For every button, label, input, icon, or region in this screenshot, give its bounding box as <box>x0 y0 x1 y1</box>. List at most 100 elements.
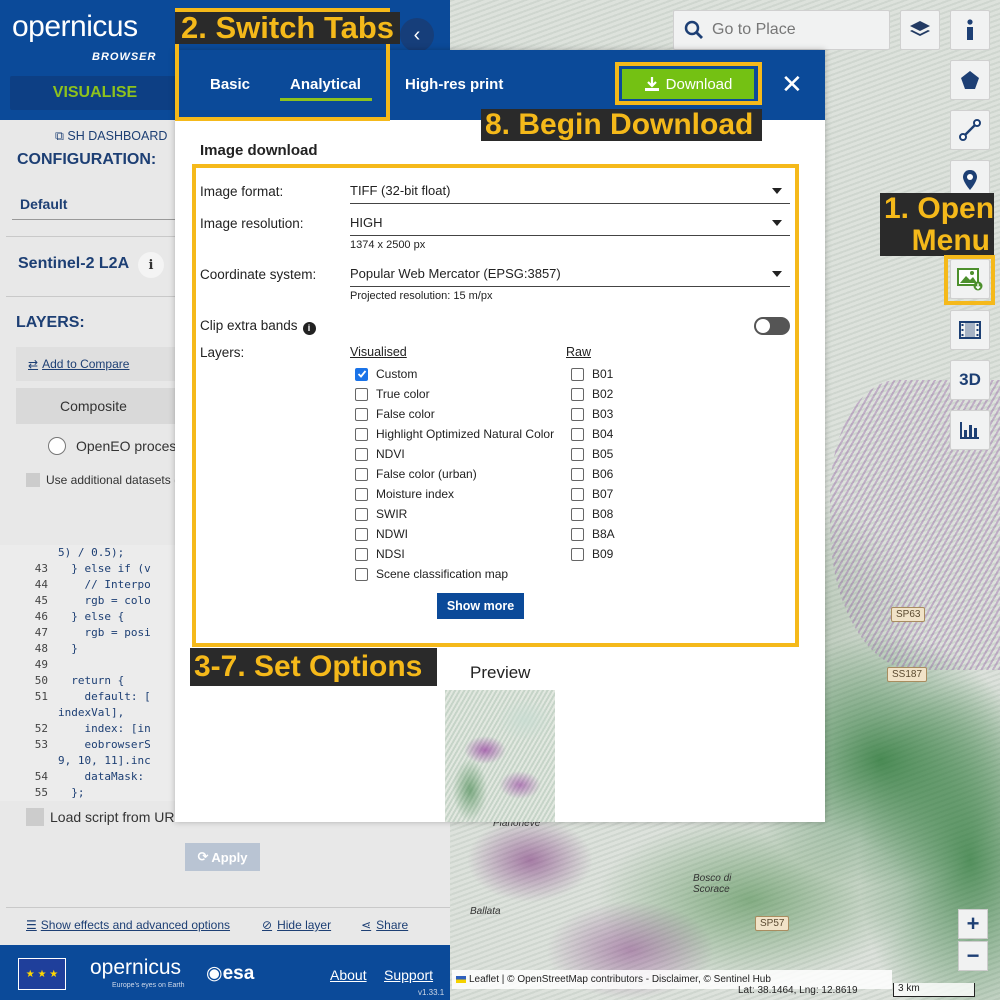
code-text: 9, 10, 11].inc <box>58 754 151 767</box>
about-link[interactable]: About <box>330 967 367 983</box>
esa-globe-icon: ◉ <box>206 963 223 984</box>
openeo-option[interactable]: OpenEO proces <box>48 437 176 455</box>
configuration-title: CONFIGURATION: <box>17 151 157 168</box>
add-to-compare-button[interactable]: ⇄ Add to Compare <box>16 347 176 381</box>
code-text: rgb = posi <box>58 626 151 639</box>
chevron-left-icon: ‹ <box>413 23 421 46</box>
apply-button[interactable]: ⟳ Apply <box>185 843 260 871</box>
code-line: 44 // Interpo <box>0 577 176 593</box>
tab-high-res-print[interactable]: High-res print <box>405 76 503 93</box>
line-number: 44 <box>34 578 48 591</box>
search-icon <box>684 20 703 39</box>
version-label: v1.33.1 <box>418 988 445 997</box>
timelapse-film-icon <box>959 321 981 339</box>
code-text: } <box>58 642 78 655</box>
measure-button[interactable] <box>950 110 990 150</box>
sh-dashboard-link[interactable]: ⧉ SH DASHBOARD <box>55 129 167 144</box>
load-script-label: Load script from URL <box>50 809 183 825</box>
line-number: 46 <box>34 610 48 623</box>
highlight-download <box>615 62 762 105</box>
external-link-icon: ⧉ <box>55 129 68 143</box>
histogram-button[interactable] <box>950 410 990 450</box>
callout-begin-download: 8. Begin Download <box>481 109 762 141</box>
code-line: 49 <box>0 657 176 673</box>
line-number: 54 <box>34 770 48 783</box>
code-line: indexVal], <box>0 705 176 721</box>
road-badge: SP63 <box>891 607 926 622</box>
hide-layer-label: Hide layer <box>277 918 332 932</box>
code-line: 51 default: [ <box>0 689 176 705</box>
zoom-in-button[interactable]: + <box>958 909 988 939</box>
draw-polygon-button[interactable] <box>950 60 990 100</box>
show-effects-link[interactable]: ☰ Show effects and advanced options <box>26 918 230 932</box>
openeo-radio[interactable] <box>48 437 66 455</box>
load-script-option[interactable]: Load script from URL <box>26 808 182 826</box>
line-number: 52 <box>34 722 48 735</box>
support-link[interactable]: Support <box>384 967 433 983</box>
line-number: 49 <box>34 658 48 671</box>
code-text: }; <box>58 786 85 799</box>
code-line: 54 dataMask: <box>0 769 176 785</box>
code-text: // Interpo <box>58 578 151 591</box>
code-line: 46 } else { <box>0 609 176 625</box>
code-line: 55 }; <box>0 785 176 801</box>
road-badge: SP57 <box>755 916 790 931</box>
divider <box>6 236 176 237</box>
search-input[interactable]: Go to Place <box>673 10 890 50</box>
info-button[interactable] <box>950 10 990 50</box>
eu-flag-icon: ★ ★ ★ <box>18 958 66 990</box>
code-line: 43 } else if (v <box>0 561 176 577</box>
layers-stack-icon <box>910 21 930 36</box>
hide-layer-link[interactable]: ⊘ Hide layer <box>262 918 331 932</box>
line-number: 45 <box>34 594 48 607</box>
footer-tagline: Europe's eyes on Earth <box>112 982 185 989</box>
copernicus-logo-subtitle: BROWSER <box>92 51 157 63</box>
collection-info-icon[interactable]: i <box>138 252 164 278</box>
callout-set-options: 3-7. Set Options <box>190 648 437 686</box>
scale-bar: 3 km <box>893 983 975 997</box>
configuration-select[interactable]: Default <box>12 192 182 220</box>
location-pin-icon <box>963 170 977 190</box>
code-line: 47 rgb = posi <box>0 625 176 641</box>
layers-switcher-button[interactable] <box>900 10 940 50</box>
3d-button[interactable]: 3D <box>950 360 990 400</box>
code-line: 53 eobrowserS <box>0 737 176 753</box>
code-text: rgb = colo <box>58 594 151 607</box>
additional-datasets-option[interactable]: Use additional datasets ( <box>26 473 178 487</box>
share-icon: ⋖ <box>361 918 372 932</box>
additional-datasets-checkbox[interactable] <box>26 473 40 487</box>
sh-dashboard-label: SH DASHBOARD <box>67 129 168 143</box>
code-line: 48 } <box>0 641 176 657</box>
image-download-title: Image download <box>200 142 318 159</box>
add-to-compare-label: Add to Compare <box>42 357 130 371</box>
code-line: 45 rgb = colo <box>0 593 176 609</box>
highlight-set-options <box>192 164 799 647</box>
polygon-icon <box>961 71 979 89</box>
load-script-checkbox[interactable] <box>26 808 44 826</box>
measure-icon <box>959 119 981 141</box>
search-placeholder: Go to Place <box>712 21 796 38</box>
zoom-out-button[interactable]: − <box>958 941 988 971</box>
code-text: return { <box>58 674 125 687</box>
layer-actions-bar: ☰ Show effects and advanced options ⊘ Hide… <box>6 907 450 942</box>
cursor-coordinates: Lat: 38.1464, Lng: 12.8619 <box>738 985 858 996</box>
layers-title: LAYERS: <box>16 314 85 331</box>
preview-title: Preview <box>470 663 531 682</box>
footer-copernicus-logo: opernicus <box>90 956 182 979</box>
callout-open-menu-line1: 1. Open <box>880 193 994 225</box>
timelapse-button[interactable] <box>950 310 990 350</box>
compare-arrows-icon: ⇄ <box>28 357 39 371</box>
collapse-sidebar-button[interactable]: ‹ <box>400 18 434 52</box>
place-label: Ballata <box>470 906 501 917</box>
share-link[interactable]: ⋖ Share <box>361 918 408 932</box>
code-editor[interactable]: 5) / 0.5); 43 } else if (v 44 // Interpo… <box>0 545 176 801</box>
code-line: 50 return { <box>0 673 176 689</box>
tab-visualise[interactable]: VISUALISE <box>10 76 180 110</box>
code-text: index: [in <box>58 722 151 735</box>
sliders-icon: ☰ <box>26 918 37 932</box>
close-icon[interactable]: ✕ <box>781 69 803 99</box>
tab-composite[interactable]: Composite <box>16 388 176 424</box>
copernicus-logo: opernicus <box>12 10 138 43</box>
line-number: 53 <box>34 738 48 751</box>
info-icon <box>967 19 973 40</box>
